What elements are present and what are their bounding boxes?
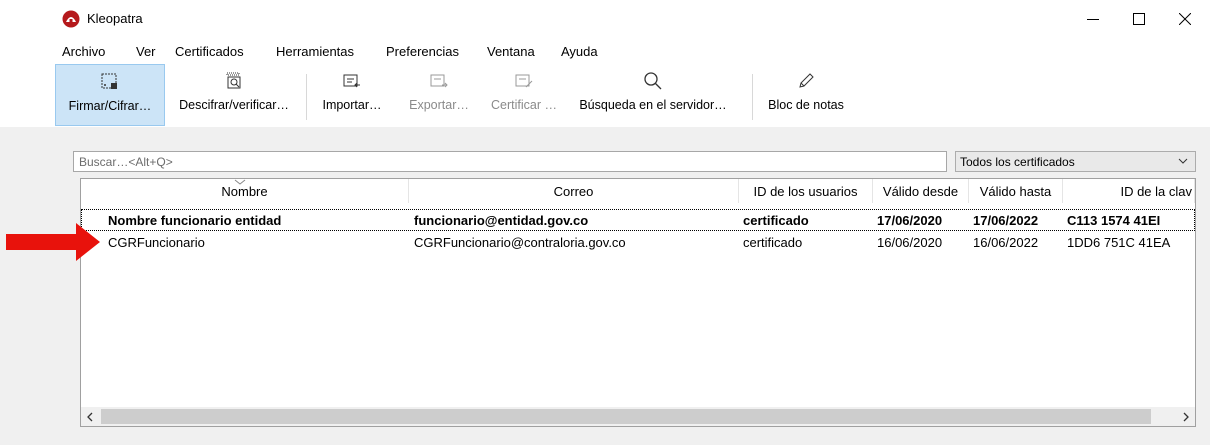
cell-valid-until: 17/06/2022: [973, 213, 1039, 228]
filter-selected-value: Todos los certificados: [960, 155, 1075, 169]
column-header-email[interactable]: Correo: [409, 179, 739, 203]
maximize-button[interactable]: [1116, 0, 1162, 38]
sign-encrypt-button[interactable]: Firmar/Cifrar…: [55, 64, 165, 126]
maximize-icon: [1133, 13, 1145, 25]
close-button[interactable]: [1162, 0, 1208, 38]
export-label: Exportar…: [409, 98, 469, 112]
import-label: Importar…: [322, 98, 382, 112]
export-icon: [430, 74, 448, 88]
decrypt-verify-label: Descifrar/verificar…: [179, 98, 289, 112]
table-row[interactable]: Nombre funcionario entidad funcionario@e…: [81, 209, 1195, 231]
notepad-button[interactable]: Bloc de notas: [760, 64, 852, 126]
scroll-right-icon[interactable]: [1182, 412, 1190, 422]
column-header-name[interactable]: Nombre: [81, 179, 409, 203]
import-button[interactable]: Importar…: [315, 64, 389, 126]
sign-encrypt-icon: [101, 73, 117, 89]
column-header-valid-until[interactable]: Válido hasta: [969, 179, 1063, 203]
column-header-user-id[interactable]: ID de los usuarios: [739, 179, 873, 203]
close-icon: [1179, 13, 1191, 25]
window-title: Kleopatra: [87, 11, 143, 26]
cell-key-id: 1DD6 751C 41EA: [1067, 235, 1171, 250]
certify-label: Certificar …: [491, 98, 557, 112]
toolbar-separator: [306, 74, 307, 120]
menu-archivo[interactable]: Archivo: [62, 44, 105, 59]
server-search-button[interactable]: Búsqueda en el servidor…: [562, 64, 744, 126]
minimize-icon: [1087, 19, 1099, 20]
menu-ver[interactable]: Ver: [136, 44, 156, 59]
kleopatra-app-icon: [62, 10, 80, 28]
scrollbar-thumb[interactable]: [101, 409, 1151, 424]
toolbar-separator: [752, 74, 753, 120]
certificate-list: Nombre Correo ID de los usuarios Válido …: [80, 178, 1196, 427]
sign-encrypt-label: Firmar/Cifrar…: [68, 99, 152, 113]
certify-icon: [515, 74, 533, 88]
cell-valid-from: 17/06/2020: [877, 213, 943, 228]
server-search-label: Búsqueda en el servidor…: [579, 98, 727, 112]
search-input[interactable]: Buscar…<Alt+Q>: [73, 151, 947, 172]
column-header-key-id[interactable]: ID de la clav: [1063, 179, 1195, 203]
menu-ventana[interactable]: Ventana: [487, 44, 535, 59]
minimize-button[interactable]: [1070, 0, 1116, 38]
menu-preferencias[interactable]: Preferencias: [386, 44, 459, 59]
certificate-filter-select[interactable]: Todos los certificados: [955, 151, 1196, 172]
export-button[interactable]: Exportar…: [401, 64, 477, 126]
scroll-left-icon[interactable]: [86, 412, 94, 422]
red-arrow-annotation-icon: [6, 223, 100, 261]
cell-name: CGRFuncionario: [108, 235, 205, 250]
title-bar: Kleopatra: [0, 0, 1210, 38]
cell-valid-until: 16/06/2022: [973, 235, 1039, 250]
cell-valid-from: 16/06/2020: [877, 235, 943, 250]
toolbar: Firmar/Cifrar… Descifrar/verificar… Impo…: [0, 64, 1210, 127]
cell-user-id: certificado: [743, 213, 809, 228]
horizontal-scrollbar[interactable]: [81, 407, 1195, 426]
menu-ayuda[interactable]: Ayuda: [561, 44, 598, 59]
column-header-valid-from[interactable]: Válido desde: [873, 179, 969, 203]
notepad-label: Bloc de notas: [768, 98, 844, 112]
import-icon: [343, 74, 360, 88]
cell-email: CGRFuncionario@contraloria.gov.co: [414, 235, 626, 250]
pencil-icon: [799, 73, 814, 88]
decrypt-verify-button[interactable]: Descifrar/verificar…: [167, 64, 301, 126]
cell-email: funcionario@entidad.gov.co: [414, 213, 589, 228]
menu-bar: Archivo Ver Certificados Herramientas Pr…: [0, 38, 1210, 64]
cell-name: Nombre funcionario entidad: [108, 213, 282, 228]
search-icon: [644, 72, 662, 90]
cell-user-id: certificado: [743, 235, 803, 250]
menu-herramientas[interactable]: Herramientas: [276, 44, 354, 59]
certify-button[interactable]: Certificar …: [486, 64, 562, 126]
table-row[interactable]: CGRFuncionario CGRFuncionario@contralori…: [81, 231, 1195, 253]
decrypt-verify-icon: [226, 72, 241, 89]
menu-certificados[interactable]: Certificados: [175, 44, 244, 59]
cell-key-id: C113 1574 41EI: [1067, 213, 1161, 228]
chevron-down-icon: [1178, 158, 1188, 164]
